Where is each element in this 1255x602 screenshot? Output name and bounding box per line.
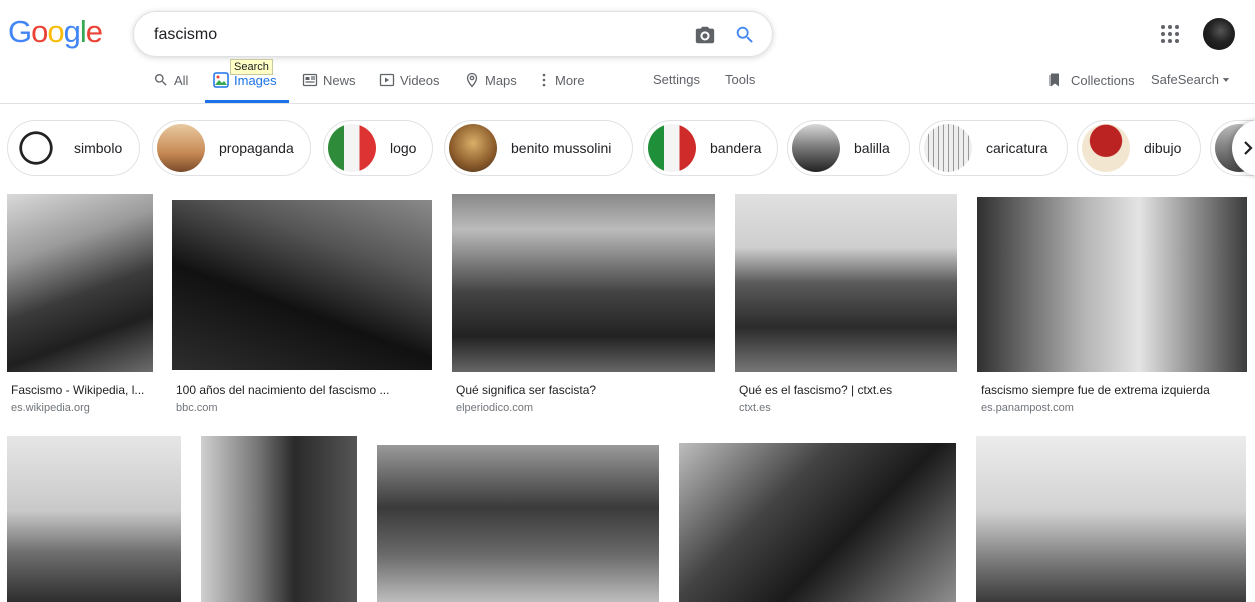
safesearch-dropdown[interactable]: SafeSearch <box>1151 72 1231 87</box>
header: Google All Images News Videos Maps <box>0 0 1255 104</box>
tools-label: Tools <box>725 72 756 87</box>
search-icon[interactable] <box>734 24 756 46</box>
map-pin-icon <box>466 72 478 88</box>
chip-thumbnail <box>1082 124 1130 172</box>
safesearch-label: SafeSearch <box>1151 72 1219 87</box>
result-image[interactable] <box>172 200 432 370</box>
result-image[interactable] <box>7 436 181 602</box>
active-tab-indicator <box>205 100 289 103</box>
image-result[interactable]: 100 años del nacimiento del fascismo ...… <box>172 200 432 416</box>
collections-link[interactable]: Collections <box>1047 72 1135 88</box>
chip-thumbnail <box>924 124 972 172</box>
chip-propaganda[interactable]: propaganda <box>152 120 311 176</box>
image-icon <box>213 72 229 88</box>
logo-letter: o <box>31 14 48 49</box>
result-source: es.wikipedia.org <box>11 402 90 414</box>
news-icon <box>302 73 318 87</box>
bookmark-icon <box>1049 73 1059 87</box>
result-image[interactable] <box>377 445 659 602</box>
search-tabs: All Images News Videos Maps More Setting… <box>0 64 1255 104</box>
result-image[interactable] <box>735 194 957 372</box>
result-image[interactable] <box>201 436 357 602</box>
image-result[interactable] <box>7 436 181 602</box>
result-source: bbc.com <box>176 402 218 414</box>
image-result[interactable] <box>377 445 659 602</box>
tools-link[interactable]: Tools <box>725 72 755 87</box>
result-title[interactable]: Qué significa ser fascista? <box>456 383 715 397</box>
tab-label: Videos <box>400 72 440 88</box>
result-image[interactable] <box>452 194 715 372</box>
image-result[interactable] <box>201 436 357 602</box>
tab-label: Maps <box>485 72 517 88</box>
chip-label: benito mussolini <box>511 140 612 156</box>
chip-balilla[interactable]: balilla <box>787 120 910 176</box>
chip-label: bandera <box>710 140 762 156</box>
search-icon <box>154 74 167 86</box>
chip-thumbnail <box>12 124 60 172</box>
caret-down-icon <box>1222 77 1230 82</box>
chip-thumbnail <box>328 124 376 172</box>
chip-thumbnail <box>648 124 696 172</box>
logo-letter: g <box>63 14 81 49</box>
settings-label: Settings <box>653 72 700 87</box>
chip-label: simbolo <box>74 140 123 156</box>
chip-label: propaganda <box>219 140 294 156</box>
tab-maps[interactable]: Maps <box>464 72 517 88</box>
image-result[interactable]: fascismo siempre fue de extrema izquierd… <box>977 197 1247 416</box>
tooltip: Search <box>230 59 273 75</box>
result-image[interactable] <box>976 436 1246 602</box>
result-title[interactable]: 100 años del nacimiento del fascismo ... <box>176 383 432 397</box>
more-vert-icon <box>542 73 546 87</box>
chip-simbolo[interactable]: simbolo <box>7 120 140 176</box>
search-box <box>133 11 773 57</box>
result-image[interactable] <box>679 443 956 602</box>
logo-letter: o <box>47 14 64 49</box>
chevron-right-icon <box>1244 141 1253 155</box>
chip-thumbnail <box>157 124 205 172</box>
apps-grid-icon[interactable] <box>1160 24 1180 44</box>
image-result[interactable]: Qué significa ser fascista? elperiodico.… <box>452 194 715 416</box>
settings-link[interactable]: Settings <box>653 72 700 87</box>
chip-bandera[interactable]: bandera <box>643 120 778 176</box>
image-result[interactable] <box>976 436 1246 602</box>
related-chips: simbolo propaganda logo benito mussolini… <box>0 120 1255 176</box>
chip-label: balilla <box>854 140 890 156</box>
tab-more[interactable]: More <box>540 72 585 88</box>
chip-thumbnail <box>449 124 497 172</box>
tab-videos[interactable]: Videos <box>379 72 440 88</box>
collections-label: Collections <box>1071 72 1135 88</box>
result-title[interactable]: Fascismo - Wikipedia, l... <box>11 383 153 397</box>
tab-label: News <box>323 72 356 88</box>
google-logo[interactable]: Google <box>8 14 103 50</box>
image-result[interactable] <box>679 443 956 602</box>
chip-logo[interactable]: logo <box>323 120 433 176</box>
image-result[interactable]: Fascismo - Wikipedia, l... es.wikipedia.… <box>7 194 153 416</box>
chip-label: dibujo <box>1144 140 1182 156</box>
result-image[interactable] <box>977 197 1247 372</box>
chip-benito-mussolini[interactable]: benito mussolini <box>444 120 633 176</box>
logo-letter: G <box>8 14 32 49</box>
result-source: es.panampost.com <box>981 402 1074 414</box>
result-title[interactable]: Qué es el fascismo? | ctxt.es <box>739 383 957 397</box>
result-source: elperiodico.com <box>456 402 534 414</box>
camera-icon[interactable] <box>694 24 716 46</box>
result-source: ctxt.es <box>739 402 771 414</box>
tab-label: All <box>174 72 189 88</box>
play-icon <box>379 73 395 87</box>
logo-letter: e <box>85 14 103 49</box>
chip-label: logo <box>390 140 417 156</box>
result-title[interactable]: fascismo siempre fue de extrema izquierd… <box>981 383 1247 397</box>
tab-label: More <box>555 72 585 88</box>
chip-label: caricatura <box>986 140 1048 156</box>
tab-all[interactable]: All <box>153 72 188 88</box>
chip-thumbnail <box>792 124 840 172</box>
tab-news[interactable]: News <box>302 72 356 88</box>
image-result[interactable]: Qué es el fascismo? | ctxt.es ctxt.es <box>735 194 957 416</box>
result-image[interactable] <box>7 194 153 372</box>
avatar[interactable] <box>1203 18 1235 50</box>
search-input[interactable] <box>154 23 674 47</box>
chip-dibujo[interactable]: dibujo <box>1077 120 1201 176</box>
chip-caricatura[interactable]: caricatura <box>919 120 1068 176</box>
